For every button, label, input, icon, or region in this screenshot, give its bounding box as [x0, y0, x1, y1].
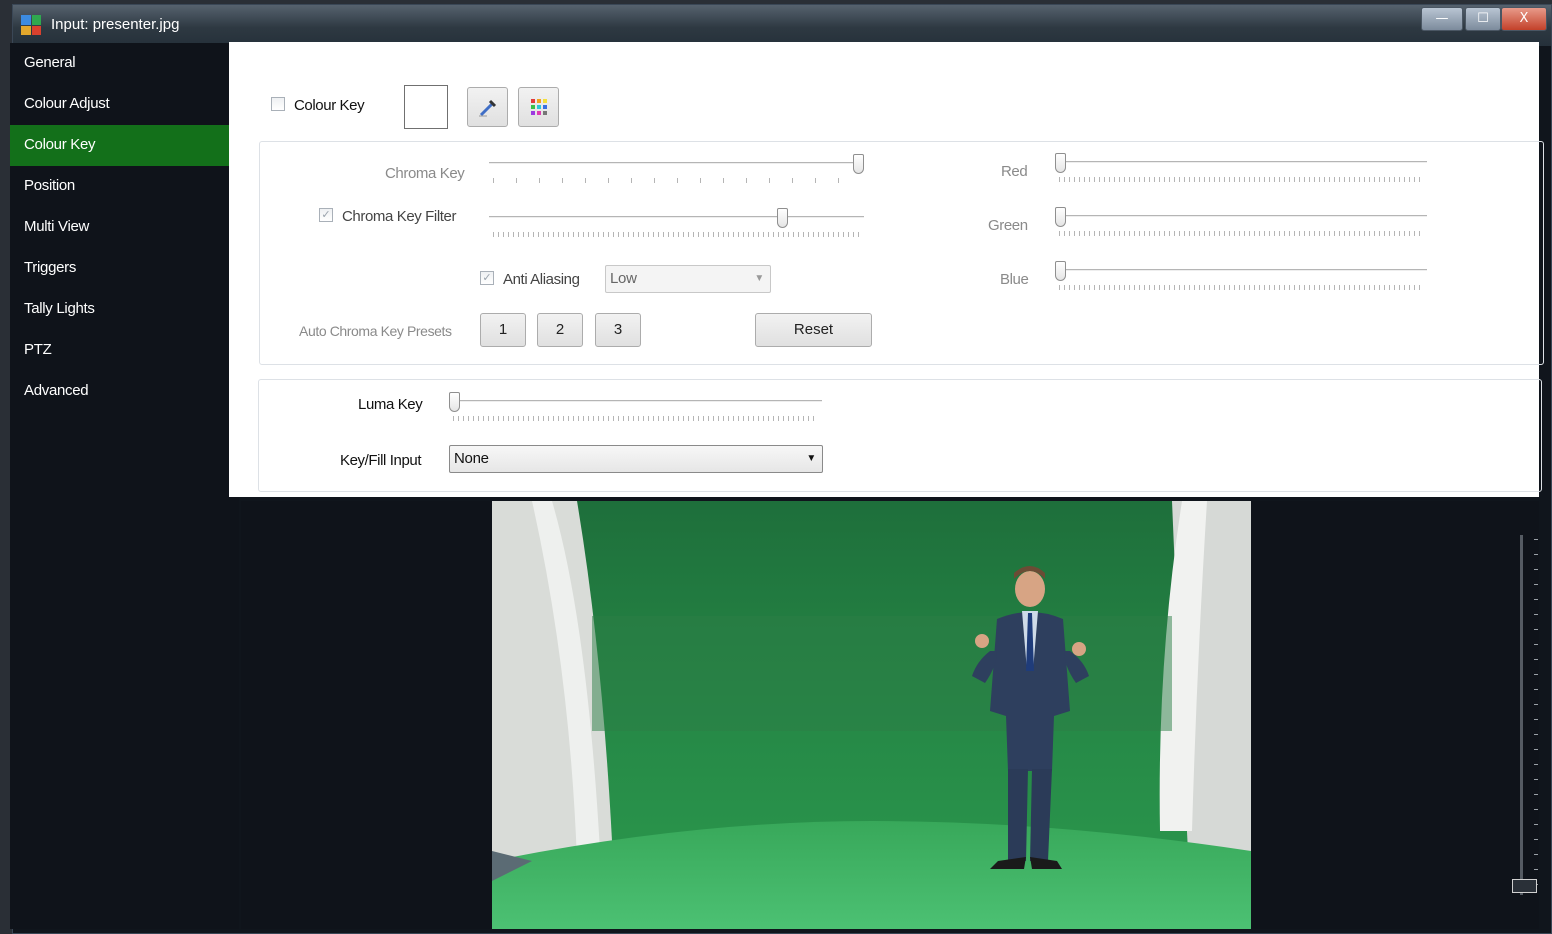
sidebar-item-triggers[interactable]: Triggers	[10, 248, 239, 289]
key-fill-input-label: Key/Fill Input	[340, 452, 422, 469]
maximize-button[interactable]: ☐	[1465, 7, 1501, 31]
sidebar-item-tally-lights[interactable]: Tally Lights	[10, 289, 239, 330]
chroma-key-filter-slider[interactable]	[489, 208, 864, 238]
preview-image	[492, 501, 1251, 929]
auto-presets-label: Auto Chroma Key Presets	[299, 323, 452, 339]
sidebar-item-colour-key[interactable]: Colour Key	[10, 125, 239, 166]
blue-label: Blue	[1000, 271, 1029, 288]
luma-key-slider[interactable]	[449, 392, 822, 422]
green-label: Green	[988, 217, 1028, 234]
slider-thumb[interactable]	[777, 208, 788, 228]
eyedropper-button[interactable]	[467, 87, 508, 127]
colour-picker-button[interactable]	[518, 87, 559, 127]
title-bar[interactable]: Input: presenter.jpg — ☐ X	[13, 5, 1551, 46]
sidebar-item-general[interactable]: General	[10, 43, 239, 84]
sidebar-item-colour-adjust[interactable]: Colour Adjust	[10, 84, 239, 125]
luma-key-label: Luma Key	[358, 396, 423, 413]
sidebar-item-multi-view[interactable]: Multi View	[10, 207, 239, 248]
chroma-key-filter-label: Chroma Key Filter	[342, 208, 457, 225]
close-button[interactable]: X	[1501, 7, 1547, 31]
chroma-key-label: Chroma Key	[385, 165, 465, 182]
colour-key-panel: Colour Key Chroma Key ✓ Chroma Key Filte…	[229, 42, 1544, 497]
preset-1-button[interactable]: 1	[480, 313, 526, 347]
sidebar: General Colour Adjust Colour Key Positio…	[10, 43, 239, 929]
preview-area	[241, 501, 1539, 929]
colour-key-label: Colour Key	[294, 97, 365, 114]
sidebar-item-advanced[interactable]: Advanced	[10, 371, 239, 412]
chroma-key-slider[interactable]	[489, 154, 864, 184]
dropdown-arrow-icon: ▼	[754, 273, 764, 284]
slider-thumb[interactable]	[1055, 207, 1066, 227]
minimize-button[interactable]: —	[1421, 7, 1463, 31]
key-colour-swatch[interactable]	[404, 85, 448, 129]
dropdown-arrow-icon: ▼	[806, 453, 816, 464]
app-grid-icon	[21, 15, 41, 35]
reset-button[interactable]: Reset	[755, 313, 872, 347]
red-label: Red	[1001, 163, 1028, 180]
slider-thumb[interactable]	[853, 154, 864, 174]
key-fill-input-value: None	[454, 450, 489, 467]
anti-aliasing-dropdown[interactable]: Low ▼	[605, 265, 771, 293]
preset-2-button[interactable]: 2	[537, 313, 583, 347]
preview-zoom-thumb[interactable]	[1512, 879, 1537, 893]
window-title: Input: presenter.jpg	[51, 16, 180, 33]
slider-thumb[interactable]	[1055, 153, 1066, 173]
preview-zoom-ticks	[1534, 539, 1538, 889]
slider-thumb[interactable]	[1055, 261, 1066, 281]
preview-zoom-track[interactable]	[1520, 535, 1523, 895]
anti-aliasing-value: Low	[610, 270, 637, 287]
slider-thumb[interactable]	[449, 392, 460, 412]
palette-icon	[530, 99, 547, 116]
green-slider[interactable]	[1055, 207, 1427, 237]
sidebar-item-ptz[interactable]: PTZ	[10, 330, 239, 371]
anti-aliasing-checkbox[interactable]: ✓	[480, 271, 494, 285]
preset-3-button[interactable]: 3	[595, 313, 641, 347]
eyedropper-icon	[478, 99, 496, 117]
key-fill-input-dropdown[interactable]: None ▼	[449, 445, 823, 473]
chroma-key-filter-checkbox[interactable]: ✓	[319, 208, 333, 222]
sidebar-item-position[interactable]: Position	[10, 166, 239, 207]
blue-slider[interactable]	[1055, 261, 1427, 291]
anti-aliasing-label: Anti Aliasing	[503, 271, 580, 288]
red-slider[interactable]	[1055, 153, 1427, 183]
colour-key-checkbox[interactable]	[271, 97, 285, 111]
